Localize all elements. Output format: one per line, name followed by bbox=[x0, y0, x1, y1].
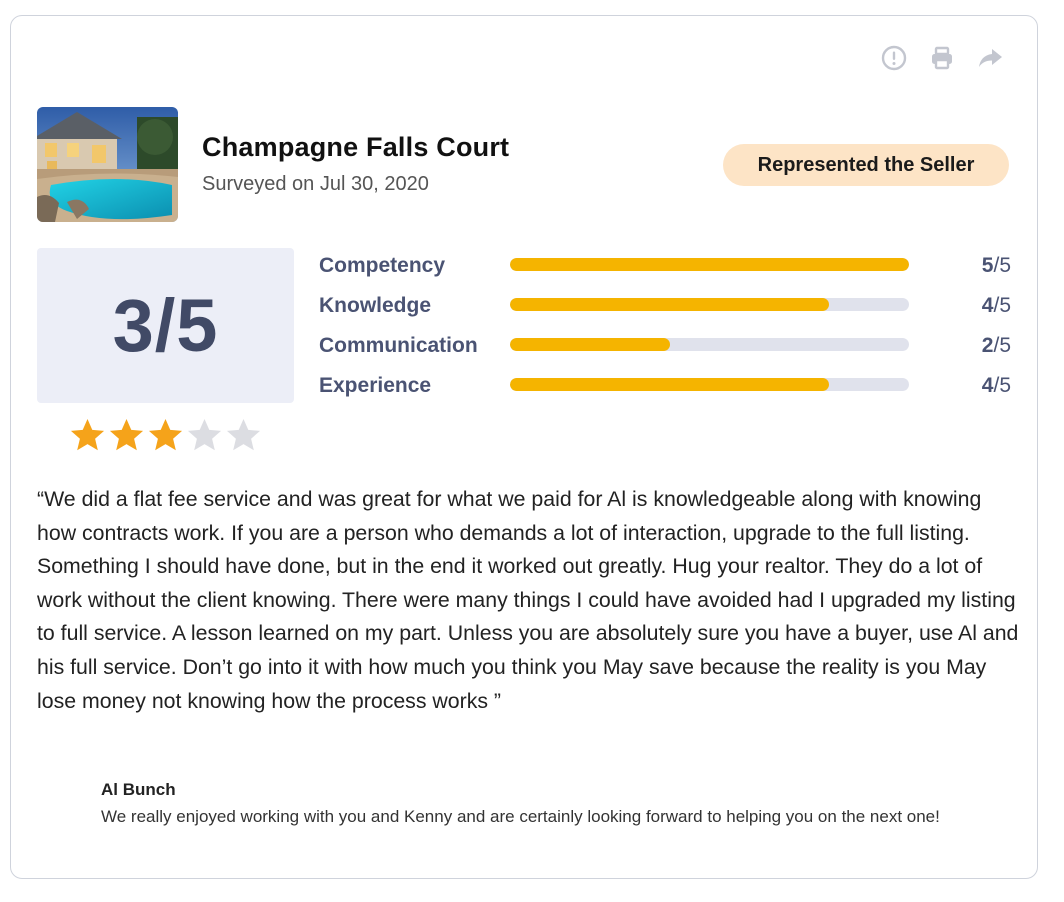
property-photo bbox=[37, 107, 178, 222]
category-score: 2/5 bbox=[982, 334, 1011, 358]
category-bar bbox=[510, 338, 909, 351]
category-score-max: /5 bbox=[993, 374, 1011, 397]
category-bar-fill bbox=[510, 378, 830, 391]
star-filled-icon bbox=[70, 418, 105, 451]
category-bar bbox=[510, 378, 909, 391]
category-label: Knowledge bbox=[319, 294, 432, 317]
review-text: “We did a flat fee service and was great… bbox=[37, 487, 1019, 713]
category-bar bbox=[510, 258, 909, 271]
category-bar-fill bbox=[510, 338, 670, 351]
category-bar-fill bbox=[510, 298, 830, 311]
report-icon[interactable] bbox=[881, 45, 907, 71]
category-score-max: /5 bbox=[993, 294, 1011, 317]
share-icon[interactable] bbox=[977, 45, 1003, 71]
reply-text: We really enjoyed working with you and K… bbox=[101, 807, 940, 826]
category-score: 4/5 bbox=[982, 374, 1011, 398]
star-empty-icon bbox=[187, 418, 222, 451]
star-filled-icon bbox=[109, 418, 144, 451]
star-filled-icon bbox=[148, 418, 183, 451]
category-score: 5/5 bbox=[982, 254, 1011, 278]
category-score-value: 5 bbox=[981, 254, 994, 277]
star-empty-icon bbox=[226, 418, 261, 451]
category-label: Experience bbox=[319, 374, 432, 397]
category-bar bbox=[510, 298, 909, 311]
category-score-max: /5 bbox=[993, 334, 1011, 357]
category-score-value: 4 bbox=[981, 374, 994, 397]
category-label: Communication bbox=[319, 334, 478, 357]
category-score: 4/5 bbox=[982, 294, 1011, 318]
reply-author: Al Bunch bbox=[101, 780, 176, 799]
overall-rating-box: 3/5 bbox=[37, 248, 294, 403]
action-bar bbox=[881, 45, 1003, 71]
category-bar-fill bbox=[510, 258, 909, 271]
representation-badge: Represented the Seller bbox=[723, 144, 1009, 186]
category-score-value: 4 bbox=[981, 294, 994, 317]
overall-rating: 3/5 bbox=[112, 284, 219, 367]
category-score-max: /5 bbox=[993, 254, 1011, 277]
category-label: Competency bbox=[319, 254, 446, 277]
category-score-value: 2 bbox=[981, 334, 994, 357]
review-card: Champagne Falls Court Surveyed on Jul 30… bbox=[10, 15, 1038, 879]
survey-date: Surveyed on Jul 30, 2020 bbox=[202, 173, 429, 195]
property-name: Champagne Falls Court bbox=[202, 132, 510, 162]
star-rating bbox=[69, 417, 262, 454]
print-icon[interactable] bbox=[929, 45, 955, 71]
